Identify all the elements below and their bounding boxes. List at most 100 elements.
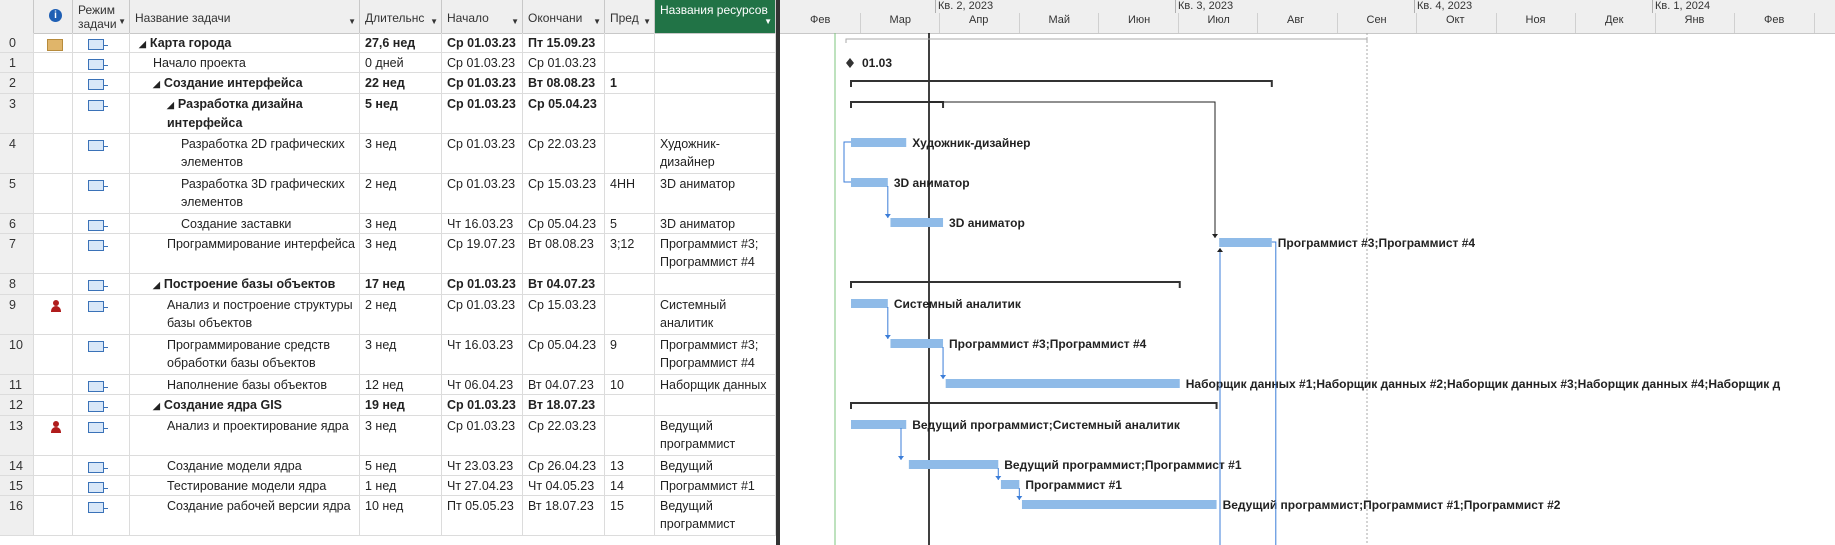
finish-cell[interactable]: Вт 04.07.23 — [523, 274, 605, 294]
summary-bar[interactable] — [850, 281, 1181, 288]
finish-cell[interactable]: Вт 18.07.23 — [523, 395, 605, 415]
task-row[interactable]: 15 Тестирование модели ядра 1 нед Чт 27.04.… — [0, 476, 776, 496]
start-cell[interactable]: Ср 01.03.23 — [442, 174, 523, 213]
task-bar[interactable] — [1219, 238, 1272, 247]
task-bar[interactable] — [945, 379, 1180, 388]
predecessors-cell[interactable] — [605, 395, 655, 415]
duration-cell[interactable]: 10 нед — [360, 496, 442, 535]
duration-cell[interactable]: 19 нед — [360, 395, 442, 415]
row-id[interactable]: 1 — [0, 53, 34, 72]
duration-cell[interactable]: 3 нед — [360, 416, 442, 455]
collapse-icon[interactable]: ◢ — [167, 100, 174, 110]
task-bar[interactable] — [851, 299, 888, 308]
duration-cell[interactable]: 0 дней — [360, 53, 442, 72]
task-name-cell[interactable]: Начало проекта — [130, 53, 360, 72]
column-header-start[interactable]: Начало ▼ — [442, 0, 523, 33]
chevron-down-icon[interactable]: ▼ — [643, 15, 651, 29]
duration-cell[interactable]: 5 нед — [360, 456, 442, 475]
task-row[interactable]: 7 Программирование интерфейса 3 нед Ср 19.0… — [0, 234, 776, 274]
mode-cell[interactable] — [73, 234, 130, 273]
resources-cell[interactable]: Программист #1 — [655, 476, 776, 495]
resources-cell[interactable] — [655, 53, 776, 72]
task-bar[interactable] — [851, 420, 907, 429]
start-cell[interactable]: Ср 01.03.23 — [442, 94, 523, 133]
duration-cell[interactable]: 12 нед — [360, 375, 442, 394]
column-header-mode[interactable]: Режим задачи ▼ — [73, 0, 130, 33]
task-row[interactable]: 9 Анализ и построение структуры базы объе… — [0, 295, 776, 335]
finish-cell[interactable]: Вт 08.08.23 — [523, 73, 605, 93]
start-cell[interactable]: Чт 06.04.23 — [442, 375, 523, 394]
row-id[interactable]: 9 — [0, 295, 34, 334]
finish-cell[interactable]: Ср 26.04.23 — [523, 456, 605, 475]
finish-cell[interactable]: Ср 05.04.23 — [523, 335, 605, 374]
task-row[interactable]: 4 Разработка 2D графических элементов 3 не… — [0, 134, 776, 174]
duration-cell[interactable]: 5 нед — [360, 94, 442, 133]
finish-cell[interactable]: Чт 04.05.23 — [523, 476, 605, 495]
resources-cell[interactable]: Художник-дизайнер — [655, 134, 776, 173]
duration-cell[interactable]: 17 нед — [360, 274, 442, 294]
resources-cell[interactable]: Системный аналитик — [655, 295, 776, 334]
finish-cell[interactable]: Ср 05.04.23 — [523, 94, 605, 133]
task-name-cell[interactable]: ◢ Создание ядра GIS — [130, 395, 360, 415]
predecessors-cell[interactable]: 14 — [605, 476, 655, 495]
task-name-cell[interactable]: ◢ Разработка дизайна интерфейса — [130, 94, 360, 133]
task-name-cell[interactable]: ◢ Построение базы объектов — [130, 274, 360, 294]
start-cell[interactable]: Ср 01.03.23 — [442, 53, 523, 72]
row-id[interactable]: 15 — [0, 476, 34, 495]
dependency-link[interactable] — [843, 141, 851, 183]
task-bar[interactable] — [1021, 500, 1217, 509]
mode-cell[interactable] — [73, 456, 130, 475]
row-id[interactable]: 7 — [0, 234, 34, 273]
note-icon[interactable] — [47, 39, 63, 51]
row-id[interactable]: 11 — [0, 375, 34, 394]
resources-cell[interactable]: Программист #3; Программист #4 — [655, 234, 776, 273]
row-id[interactable]: 3 — [0, 94, 34, 133]
duration-cell[interactable]: 3 нед — [360, 214, 442, 233]
resources-cell[interactable] — [655, 395, 776, 415]
resources-cell[interactable] — [655, 33, 776, 52]
start-cell[interactable]: Чт 16.03.23 — [442, 214, 523, 233]
predecessors-cell[interactable] — [605, 33, 655, 52]
task-bar[interactable] — [890, 218, 944, 227]
finish-cell[interactable]: Вт 18.07.23 — [523, 496, 605, 535]
row-id[interactable]: 14 — [0, 456, 34, 475]
duration-cell[interactable]: 3 нед — [360, 335, 442, 374]
predecessors-cell[interactable] — [605, 416, 655, 455]
task-row[interactable]: 14 Создание модели ядра 5 нед Чт 23.03.23 Ср… — [0, 456, 776, 476]
mode-cell[interactable] — [73, 134, 130, 173]
start-cell[interactable]: Ср 01.03.23 — [442, 73, 523, 93]
start-cell[interactable]: Ср 01.03.23 — [442, 134, 523, 173]
resources-cell[interactable]: Программист #3; Программист #4 — [655, 335, 776, 374]
predecessors-cell[interactable] — [605, 295, 655, 334]
mode-cell[interactable] — [73, 375, 130, 394]
row-id[interactable]: 8 — [0, 274, 34, 294]
start-cell[interactable]: Чт 16.03.23 — [442, 335, 523, 374]
finish-cell[interactable]: Ср 15.03.23 — [523, 174, 605, 213]
task-name-cell[interactable]: Анализ и построение структуры базы объек… — [130, 295, 360, 334]
duration-cell[interactable]: 1 нед — [360, 476, 442, 495]
resources-cell[interactable] — [655, 94, 776, 133]
task-name-cell[interactable]: Программирование интерфейса — [130, 234, 360, 273]
finish-cell[interactable]: Пт 15.09.23 — [523, 33, 605, 52]
task-row[interactable]: 5 Разработка 3D графических элементов 2 не… — [0, 174, 776, 214]
row-id[interactable]: 16 — [0, 496, 34, 535]
task-row[interactable]: 3 ◢ Разработка дизайна интерфейса 5 нед Ср 0… — [0, 94, 776, 134]
start-cell[interactable]: Чт 23.03.23 — [442, 456, 523, 475]
predecessors-cell[interactable]: 10 — [605, 375, 655, 394]
predecessors-cell[interactable] — [605, 53, 655, 72]
chevron-down-icon[interactable]: ▼ — [348, 15, 356, 29]
task-name-cell[interactable]: Программирование средств обработки базы … — [130, 335, 360, 374]
person-icon[interactable] — [51, 421, 61, 433]
task-row[interactable]: 8 ◢ Построение базы объектов 17 нед Ср 01.03… — [0, 274, 776, 295]
column-header-predecessors[interactable]: Пред ▼ — [605, 0, 655, 33]
predecessors-cell[interactable] — [605, 274, 655, 294]
task-name-cell[interactable]: Разработка 3D графических элементов — [130, 174, 360, 213]
resources-cell[interactable]: Ведущий программ — [655, 456, 776, 475]
task-row[interactable]: 13 Анализ и проектирование ядра 3 нед Ср 01… — [0, 416, 776, 456]
finish-cell[interactable]: Ср 05.04.23 — [523, 214, 605, 233]
task-bar[interactable] — [890, 339, 944, 348]
resources-cell[interactable] — [655, 73, 776, 93]
duration-cell[interactable]: 27,6 нед — [360, 33, 442, 52]
mode-cell[interactable] — [73, 395, 130, 415]
predecessors-cell[interactable]: 13 — [605, 456, 655, 475]
